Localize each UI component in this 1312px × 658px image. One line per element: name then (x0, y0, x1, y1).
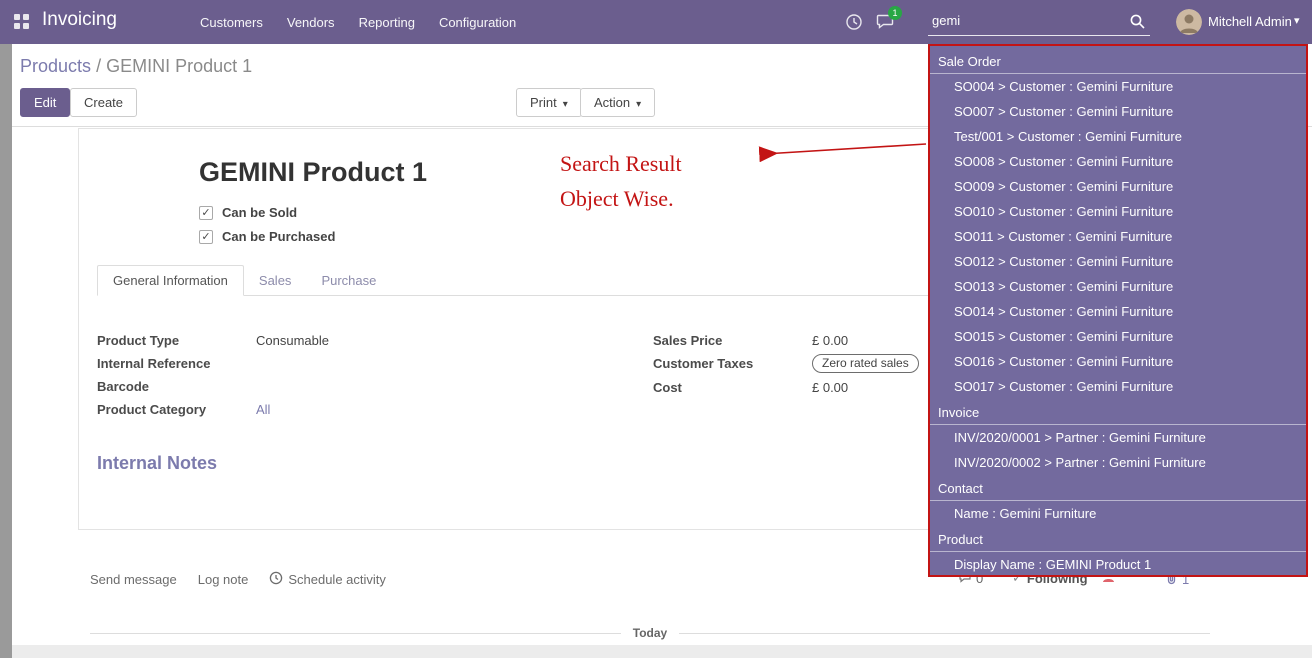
print-button-label: Print (530, 95, 557, 110)
nav-menu-configuration[interactable]: Configuration (427, 15, 528, 30)
log-note-link[interactable]: Log note (198, 571, 249, 588)
tab-purchase[interactable]: Purchase (306, 266, 391, 295)
messages-bubble-icon[interactable]: 1 (876, 13, 895, 35)
chevron-down-icon: ▾ (563, 99, 568, 110)
send-message-link[interactable]: Send message (90, 571, 177, 588)
checkbox-can-be-sold[interactable]: ✓ (199, 206, 213, 220)
internal-notes-heading: Internal Notes (97, 453, 217, 474)
checkbox-row: ✓ Can be Purchased (199, 229, 335, 244)
search-results-dropdown: Sale OrderSO004 > Customer : Gemini Furn… (928, 44, 1308, 577)
breadcrumb-products-link[interactable]: Products (20, 56, 91, 76)
nav-menu-reporting[interactable]: Reporting (347, 15, 427, 30)
annotation-line-2: Object Wise. (560, 181, 682, 216)
search-group-header-invoice: Invoice (930, 401, 1306, 425)
apps-grid-icon[interactable] (14, 14, 29, 34)
search-result-item[interactable]: Test/001 > Customer : Gemini Furniture (930, 124, 1306, 149)
annotation-text: Search Result Object Wise. (560, 146, 682, 216)
user-menu[interactable]: Mitchell Admin (1208, 14, 1292, 29)
search-result-item[interactable]: SO014 > Customer : Gemini Furniture (930, 299, 1306, 324)
left-edge-strip (0, 44, 12, 658)
search-group-header-sale-order: Sale Order (930, 50, 1306, 74)
field-label-product-category: Product Category (97, 402, 256, 417)
bottom-strip (12, 645, 1312, 658)
breadcrumb-current: GEMINI Product 1 (106, 56, 252, 76)
print-button[interactable]: Print ▾ (516, 88, 582, 117)
field-label-product-type: Product Type (97, 333, 256, 348)
breadcrumb-separator: / (96, 56, 106, 76)
navbar-menus: CustomersVendorsReportingConfiguration (188, 0, 528, 44)
field-row: Internal Reference (97, 354, 577, 372)
user-avatar[interactable] (1176, 9, 1202, 35)
search-input[interactable] (928, 8, 1120, 33)
search-result-item[interactable]: SO015 > Customer : Gemini Furniture (930, 324, 1306, 349)
checkbox-can-be-purchased[interactable]: ✓ (199, 230, 213, 244)
action-button-label: Action (594, 95, 630, 110)
search-result-item[interactable]: SO011 > Customer : Gemini Furniture (930, 224, 1306, 249)
field-value-sales-price: £ 0.00 (812, 333, 848, 348)
field-label-customer-taxes: Customer Taxes (653, 356, 812, 371)
activity-clock-icon[interactable] (845, 13, 863, 36)
field-label-sales-price: Sales Price (653, 333, 812, 348)
tab-sales[interactable]: Sales (244, 266, 307, 295)
action-button[interactable]: Action ▾ (580, 88, 655, 117)
field-value-product-category[interactable]: All (256, 402, 270, 417)
fields-left-column: Product TypeConsumableInternal Reference… (97, 331, 577, 423)
field-row: Product CategoryAll (97, 400, 577, 418)
search-result-item[interactable]: SO010 > Customer : Gemini Furniture (930, 199, 1306, 224)
search-result-item[interactable]: SO012 > Customer : Gemini Furniture (930, 249, 1306, 274)
search-result-item[interactable]: Display Name : GEMINI Product 1 (930, 552, 1306, 577)
chevron-down-icon: ▾ (636, 99, 641, 110)
chatter-actions: Send message Log note Schedule activity (90, 571, 386, 588)
search-result-item[interactable]: SO009 > Customer : Gemini Furniture (930, 174, 1306, 199)
field-label-cost: Cost (653, 380, 812, 395)
date-divider-label: Today (633, 626, 667, 640)
search-result-item[interactable]: SO013 > Customer : Gemini Furniture (930, 274, 1306, 299)
product-title: GEMINI Product 1 (199, 157, 427, 188)
field-value-product-type: Consumable (256, 333, 329, 348)
search-result-item[interactable]: INV/2020/0001 > Partner : Gemini Furnitu… (930, 425, 1306, 450)
product-flags: ✓ Can be Sold ✓ Can be Purchased (199, 205, 335, 253)
create-button[interactable]: Create (70, 88, 137, 117)
navbar-search-box (928, 8, 1150, 36)
checkbox-label-can-be-purchased: Can be Purchased (222, 229, 335, 244)
field-row: Barcode (97, 377, 577, 395)
annotation-arrow (752, 136, 930, 167)
search-result-item[interactable]: SO004 > Customer : Gemini Furniture (930, 74, 1306, 99)
annotation-line-1: Search Result (560, 146, 682, 181)
breadcrumb: Products / GEMINI Product 1 (20, 56, 252, 77)
tab-general-information[interactable]: General Information (97, 265, 244, 296)
nav-menu-customers[interactable]: Customers (188, 15, 275, 30)
date-divider: Today (90, 626, 1210, 640)
nav-menu-vendors[interactable]: Vendors (275, 15, 347, 30)
field-value-cost: £ 0.00 (812, 380, 848, 395)
field-label-internal-reference: Internal Reference (97, 356, 256, 371)
search-result-item[interactable]: SO016 > Customer : Gemini Furniture (930, 349, 1306, 374)
edit-button[interactable]: Edit (20, 88, 70, 117)
schedule-activity-label: Schedule activity (288, 572, 386, 587)
search-group-header-product: Product (930, 528, 1306, 552)
app-name[interactable]: Invoicing (42, 9, 117, 31)
search-icon[interactable] (1129, 13, 1146, 35)
search-result-item[interactable]: SO017 > Customer : Gemini Furniture (930, 374, 1306, 399)
search-result-item[interactable]: INV/2020/0002 > Partner : Gemini Furnitu… (930, 450, 1306, 475)
search-result-item[interactable]: Name : Gemini Furniture (930, 501, 1306, 526)
checkbox-row: ✓ Can be Sold (199, 205, 335, 220)
schedule-activity-link[interactable]: Schedule activity (269, 571, 386, 588)
search-result-item[interactable]: SO008 > Customer : Gemini Furniture (930, 149, 1306, 174)
field-value-customer-taxes: Zero rated sales (812, 354, 919, 373)
search-group-header-contact: Contact (930, 477, 1306, 501)
message-count-badge: 1 (888, 6, 902, 20)
top-navbar: Invoicing CustomersVendorsReportingConfi… (0, 0, 1312, 44)
search-result-item[interactable]: SO007 > Customer : Gemini Furniture (930, 99, 1306, 124)
user-menu-caret-icon[interactable]: ▾ (1294, 14, 1300, 27)
checkbox-label-can-be-sold: Can be Sold (222, 205, 297, 220)
clock-icon (269, 571, 283, 588)
field-label-barcode: Barcode (97, 379, 256, 394)
field-row: Product TypeConsumable (97, 331, 577, 349)
